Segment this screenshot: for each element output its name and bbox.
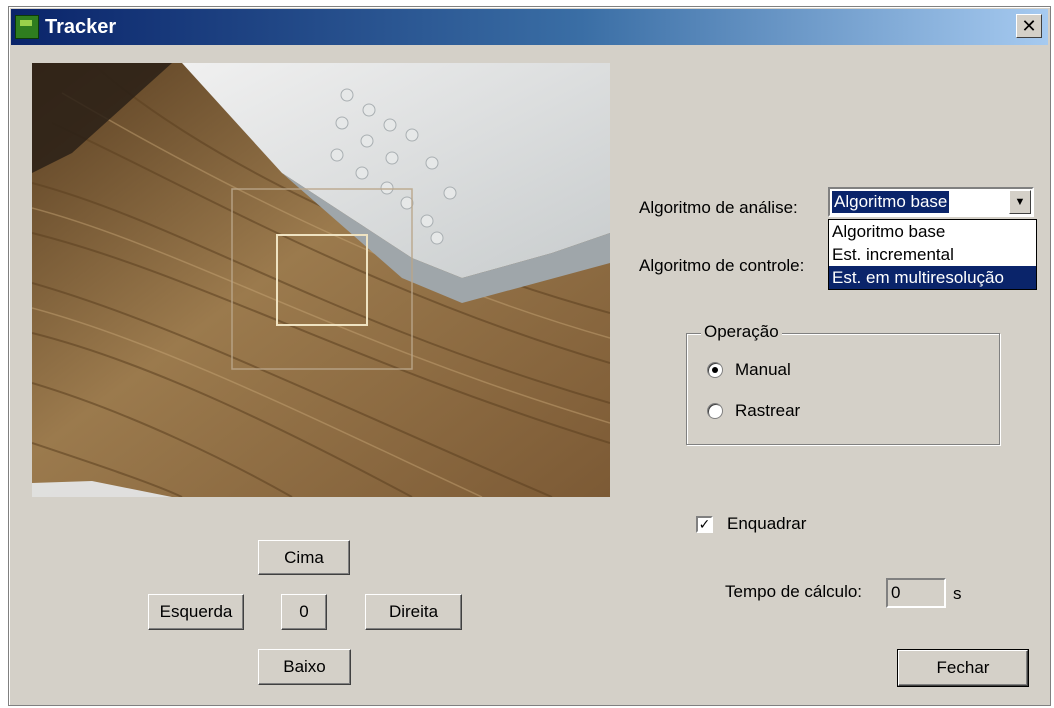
frame-checkbox-label[interactable]: Enquadrar: [727, 514, 806, 534]
analysis-algorithm-value: Algoritmo base: [830, 190, 951, 214]
move-left-button[interactable]: Esquerda: [148, 594, 244, 630]
analysis-algorithm-dropdown: Algoritmo base Est. incremental Est. em …: [828, 219, 1037, 290]
center-button[interactable]: 0: [281, 594, 327, 630]
move-down-button[interactable]: Baixo: [258, 649, 351, 685]
frame-checkbox[interactable]: ✓: [696, 516, 713, 533]
chevron-down-icon[interactable]: ▼: [1009, 190, 1031, 214]
tracker-window: Tracker ✕ Algoritmo de análise: Algoritm…: [8, 6, 1051, 706]
analysis-algorithm-select[interactable]: Algoritmo base ▼: [828, 187, 1034, 217]
operation-group: Operação: [686, 322, 1000, 445]
close-button[interactable]: Fechar: [897, 649, 1029, 687]
calc-time-label: Tempo de cálculo:: [725, 582, 863, 601]
dropdown-option[interactable]: Algoritmo base: [829, 220, 1036, 243]
analysis-algorithm-label: Algoritmo de análise:: [639, 198, 798, 217]
dropdown-option[interactable]: Est. em multiresolução: [829, 266, 1036, 289]
operation-group-title: Operação: [701, 322, 782, 342]
camera-view[interactable]: [32, 63, 610, 497]
control-algorithm-label: Algoritmo de controle:: [639, 256, 805, 275]
track-radio-label[interactable]: Rastrear: [735, 401, 800, 421]
dropdown-option[interactable]: Est. incremental: [829, 243, 1036, 266]
track-radio[interactable]: [707, 403, 723, 419]
manual-radio-label[interactable]: Manual: [735, 360, 791, 380]
title-bar[interactable]: Tracker ✕: [11, 9, 1048, 45]
close-window-button[interactable]: ✕: [1016, 14, 1042, 38]
app-icon: [15, 15, 39, 39]
manual-radio[interactable]: [707, 362, 723, 378]
move-up-button[interactable]: Cima: [258, 540, 350, 575]
move-right-button[interactable]: Direita: [365, 594, 462, 630]
window-title: Tracker: [45, 16, 117, 38]
calc-time-field[interactable]: 0: [886, 578, 946, 608]
calc-time-unit: s: [953, 584, 962, 603]
